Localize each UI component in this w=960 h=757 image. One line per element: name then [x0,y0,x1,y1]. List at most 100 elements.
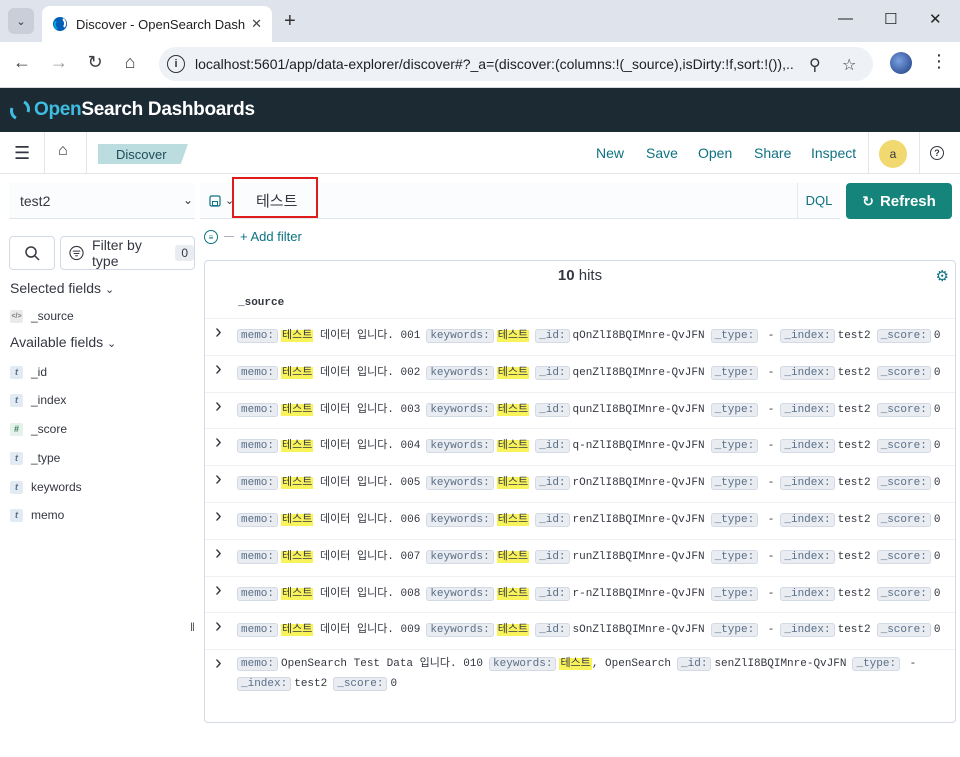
field-key: _id: [677,657,712,672]
field-search-button[interactable] [9,236,55,270]
save-icon [209,194,221,207]
breadcrumb-discover[interactable]: Discover [98,144,188,164]
minimize-icon[interactable]: — [838,10,853,27]
string-field-icon: t [10,365,23,379]
table-row[interactable]: › memo: 테스트 데이터 입니다. 001 keywords: 테스트 _id: qO… [205,318,955,355]
field-name: _source [31,309,74,323]
profile-avatar-icon[interactable] [890,52,912,74]
table-row[interactable]: › memo: 테스트 데이터 입니다. 009 keywords: 테스트 _id: sO… [205,612,955,649]
browser-menu-icon[interactable]: ⋮ [930,51,948,72]
address-bar[interactable]: i localhost:5601/app/data-explorer/disco… [159,47,873,81]
field-value: test2 [837,403,871,416]
field-key: keywords: [426,513,494,527]
expand-row-chevron-icon[interactable]: › [215,395,222,418]
home-icon[interactable]: ⌂ [58,142,68,160]
table-row[interactable]: › memo: 테스트 데이터 입니다. 005 keywords: 테스트 _id: rO… [205,465,955,502]
expand-row-chevron-icon[interactable]: › [215,615,222,638]
table-row[interactable]: › memo: 테스트 데이터 입니다. 006 keywords: 테스트 _id: re… [205,502,955,539]
field-item-keywords[interactable]: t keywords [10,477,82,497]
gear-icon[interactable]: ⚙ [936,267,949,285]
field-key: memo: [237,329,279,343]
expand-row-chevron-icon[interactable]: › [215,505,222,528]
share-link[interactable]: Share [754,145,791,161]
filter-menu-icon[interactable]: ≡ [204,230,218,244]
window-close-icon[interactable]: ✕ [929,10,942,28]
add-filter-button[interactable]: + Add filter [240,229,302,244]
field-value: - [761,477,775,490]
site-info-icon[interactable]: i [167,55,185,73]
table-row[interactable]: › memo: 테스트 데이터 입니다. 004 keywords: 테스트 _id: q-… [205,428,955,465]
home-browser-icon[interactable]: ⌂ [118,52,142,73]
table-row[interactable]: › memo: 테스트 데이터 입니다. 008 keywords: 테스트 _id: r-… [205,575,955,613]
field-value: test2 [837,330,871,342]
column-header-source[interactable]: _source [238,297,284,309]
expand-row-chevron-icon[interactable]: › [215,321,222,344]
expand-row-chevron-icon[interactable]: › [215,468,222,491]
available-fields-header[interactable]: Available fields ⌄ [10,334,116,350]
field-item-source[interactable]: </> _source [10,306,74,326]
field-item-index[interactable]: t _index [10,390,66,410]
annotation-highlight-box [232,177,318,218]
field-value: , OpenSearch [591,658,672,671]
table-row[interactable]: › memo: 테스트 데이터 입니다. 007 keywords: 테스트 _id: ru… [205,538,955,576]
match-highlight: 테스트 [496,587,530,600]
field-key: keywords: [426,439,494,454]
field-item-id[interactable]: t _id [10,362,47,382]
new-link[interactable]: New [596,145,624,161]
field-key: _index: [780,329,835,343]
tab-search-button[interactable]: ⌄ [8,8,34,34]
forward-icon[interactable]: → [47,52,71,73]
field-key: _score: [876,439,931,454]
field-key: _index: [780,476,835,491]
user-avatar[interactable]: a [879,140,907,168]
table-row[interactable]: › memo: 테스트 데이터 입니다. 003 keywords: 테스트 _id: qu… [205,391,955,429]
field-item-type[interactable]: t _type [10,448,60,468]
open-link[interactable]: Open [698,145,732,161]
field-value: test2 [294,678,328,691]
inspect-link[interactable]: Inspect [811,145,856,161]
back-icon[interactable]: ← [10,52,34,73]
field-item-score[interactable]: # _score [10,419,67,439]
field-item-memo[interactable]: t memo [10,505,64,525]
zoom-icon[interactable]: ⚲ [809,55,821,75]
table-row[interactable]: › memo: 테스트 데이터 입니다. 002 keywords: 테스트 _id: qe… [205,354,955,392]
sidebar-resize-handle[interactable]: ‖ [190,620,195,634]
table-row[interactable]: › memo: OpenSearch Test Data 입니다. 010 keywo… [205,649,955,709]
field-key: _score: [876,476,931,491]
maximize-icon[interactable]: ☐ [884,10,897,28]
field-value: - [761,440,775,453]
selected-fields-header[interactable]: Selected fields ⌄ [10,280,114,296]
url-text[interactable]: localhost:5601/app/data-explorer/discove… [195,56,795,72]
query-language-toggle[interactable]: DQL [797,183,840,219]
divider [224,236,234,237]
search-query-input[interactable]: 테스트 [244,183,798,219]
help-icon[interactable]: ? [930,146,944,160]
field-key: _score: [876,549,931,564]
new-tab-icon[interactable]: + [284,10,296,33]
refresh-button[interactable]: ↻ Refresh [846,183,952,219]
field-key: _type: [710,513,759,527]
bookmark-star-icon[interactable]: ☆ [842,55,856,75]
field-name: _id [31,365,48,379]
field-name: memo [31,508,65,522]
browser-tab[interactable]: Discover - OpenSearch Dashbo ✕ [42,6,272,42]
expand-row-chevron-icon[interactable]: › [215,652,222,675]
index-pattern-select[interactable]: test2 ⌄ [9,183,195,219]
field-name: _type [31,451,61,465]
expand-row-chevron-icon[interactable]: › [215,542,222,565]
osd-header: OpenSearch Dashboards [0,88,960,132]
tab-close-icon[interactable]: ✕ [251,16,262,32]
reload-icon[interactable]: ↻ [83,52,107,73]
filter-by-type-button[interactable]: Filter by type 0 [60,236,195,270]
hamburger-menu-icon[interactable]: ☰ [14,143,30,164]
match-highlight: 테스트 [496,550,530,563]
field-key: _index: [780,402,835,417]
expand-row-chevron-icon[interactable]: › [215,358,222,381]
field-value: 0 [933,403,941,416]
field-key: _id: [535,623,570,638]
expand-row-chevron-icon[interactable]: › [215,579,222,602]
expand-row-chevron-icon[interactable]: › [215,431,222,454]
brand-logo-text[interactable]: OpenSearch Dashboards [34,99,255,121]
field-key: _type: [710,402,759,417]
save-link[interactable]: Save [646,145,678,161]
